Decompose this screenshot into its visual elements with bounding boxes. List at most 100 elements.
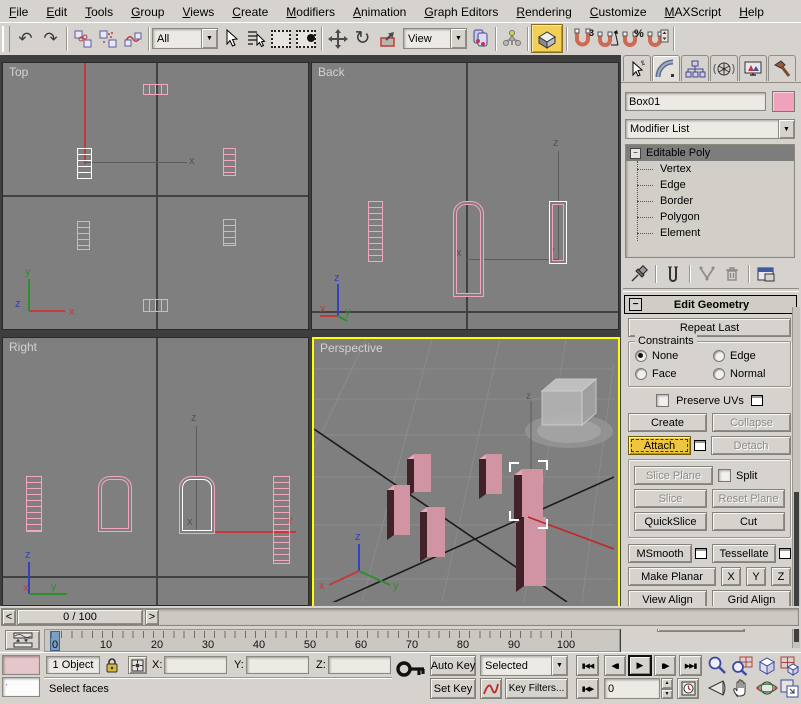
set-keys-button[interactable]	[396, 659, 426, 685]
key-mode-toggle-button[interactable]: ▮◀▶	[576, 678, 599, 699]
planar-y-button[interactable]: Y	[746, 567, 766, 586]
make-planar-button[interactable]: Make Planar	[628, 567, 716, 586]
menu-views[interactable]: Views	[173, 2, 223, 21]
select-and-link-icon[interactable]	[70, 26, 95, 51]
attach-settings-button[interactable]	[694, 440, 706, 451]
menu-group[interactable]: Group	[122, 2, 173, 21]
redo-button[interactable]: ↷	[38, 26, 63, 51]
keyboard-shortcut-override-toggle[interactable]	[531, 24, 563, 53]
viewport-top-label[interactable]: Top	[9, 65, 28, 79]
auto-key-button[interactable]: Auto Key	[430, 655, 476, 676]
wireframe-shape[interactable]	[98, 476, 132, 532]
x-coordinate-field[interactable]	[164, 656, 227, 674]
tab-modify[interactable]	[652, 55, 680, 81]
select-and-move-button[interactable]	[325, 26, 350, 51]
bind-to-spacewarp-icon[interactable]	[120, 26, 145, 51]
play-button[interactable]: ▶	[628, 655, 652, 676]
modifier-list-dropdown[interactable]: Modifier List▼	[625, 119, 795, 139]
wireframe-shape[interactable]	[453, 201, 484, 297]
detach-button[interactable]: Detach	[711, 436, 791, 455]
tab-hierarchy[interactable]	[681, 55, 709, 81]
perspective-scene[interactable]: z z x y	[314, 339, 614, 602]
toolbar-grip[interactable]	[2, 26, 10, 52]
constraint-none-radio[interactable]: None	[635, 350, 713, 362]
attach-button-active[interactable]: Attach	[628, 436, 691, 455]
stack-item-element[interactable]: Element	[626, 225, 794, 241]
wireframe-box[interactable]	[26, 476, 42, 532]
cut-button[interactable]: Cut	[712, 512, 785, 531]
reference-coordinate-system-dropdown[interactable]: View▼	[403, 28, 467, 49]
stack-item-polygon[interactable]: Polygon	[626, 209, 794, 225]
current-frame-field[interactable]: 0	[604, 678, 660, 699]
remove-modifier-button[interactable]	[720, 264, 743, 285]
zoom-button[interactable]	[707, 655, 728, 676]
percent-snap-toggle-button[interactable]: %	[620, 26, 645, 51]
tree-collapse-icon[interactable]: −	[630, 148, 641, 159]
rectangular-selection-region-button[interactable]	[268, 26, 293, 51]
menu-animation[interactable]: Animation	[344, 2, 415, 21]
preserve-uvs-checkbox[interactable]	[656, 394, 669, 407]
tab-display[interactable]	[739, 55, 767, 81]
tab-utilities[interactable]	[768, 55, 796, 81]
select-and-manipulate-button[interactable]	[499, 26, 524, 51]
time-slider-handle[interactable]: 0 / 100	[17, 609, 143, 625]
time-configuration-button[interactable]	[677, 678, 699, 699]
arc-rotate-button[interactable]	[756, 678, 778, 699]
planar-x-button[interactable]: X	[721, 567, 741, 586]
stack-item-border[interactable]: Border	[626, 193, 794, 209]
wireframe-box[interactable]	[368, 201, 383, 262]
use-pivot-point-center-button[interactable]	[467, 26, 492, 51]
maxscript-mini-listener[interactable]: '	[2, 677, 40, 697]
snaps-toggle-button[interactable]: 3	[570, 26, 595, 51]
select-object-button[interactable]	[218, 26, 243, 51]
menu-graph-editors[interactable]: Graph Editors	[415, 2, 507, 21]
set-key-button[interactable]: Set Key	[430, 678, 476, 699]
maximize-viewport-toggle[interactable]	[779, 678, 800, 699]
go-to-end-button[interactable]: ▶▶▮	[679, 655, 702, 676]
rollout-edit-geometry-header[interactable]: − Edit Geometry	[624, 295, 797, 314]
wireframe-box-selected[interactable]	[77, 148, 92, 179]
unlink-selection-icon[interactable]	[95, 26, 120, 51]
menu-edit[interactable]: Edit	[37, 2, 76, 21]
stack-item-vertex[interactable]: Vertex	[626, 161, 794, 177]
tab-create[interactable]	[623, 55, 651, 81]
select-by-name-button[interactable]	[243, 26, 268, 51]
msmooth-settings-button[interactable]	[695, 548, 707, 559]
go-to-start-button[interactable]: ▮◀◀	[576, 655, 599, 676]
key-mode-filter-dropdown[interactable]: Selected▼	[480, 655, 568, 676]
zoom-extents-all-button[interactable]	[779, 655, 801, 676]
viewport-perspective-label[interactable]: Perspective	[320, 341, 383, 355]
show-end-result-button[interactable]	[661, 264, 684, 285]
previous-frame-arrow-button[interactable]: <	[2, 609, 16, 625]
open-mini-curve-editor-button[interactable]	[5, 630, 40, 650]
wireframe-box[interactable]	[273, 476, 290, 564]
menu-tools[interactable]: Tools	[76, 2, 122, 21]
undo-button[interactable]: ↶	[13, 26, 38, 51]
reset-plane-button[interactable]: Reset Plane	[712, 489, 785, 508]
menu-maxscript[interactable]: MAXScript	[656, 2, 731, 21]
spinner-snap-toggle-button[interactable]	[645, 26, 670, 51]
select-and-rotate-button[interactable]: ↻	[350, 26, 375, 51]
object-name-field[interactable]: Box01	[625, 92, 766, 111]
viewport-back[interactable]: Back z x y z x y	[311, 62, 619, 330]
panel-scrollbar[interactable]	[792, 307, 800, 648]
frame-spinner[interactable]: ▲ ▼	[661, 678, 673, 699]
collapse-rollout-icon[interactable]: −	[629, 298, 642, 311]
make-unique-button[interactable]	[695, 264, 718, 285]
tessellate-button[interactable]: Tessellate	[712, 544, 776, 563]
wireframe-shape-selected[interactable]	[179, 476, 215, 534]
preserve-uvs-settings-button[interactable]	[751, 395, 763, 406]
tab-motion[interactable]	[710, 55, 738, 81]
track-bar-ruler[interactable]: 0 10 20 30 40 50 60 70 80 90 100	[44, 629, 620, 652]
stack-item-edge[interactable]: Edge	[626, 177, 794, 193]
constraint-face-radio[interactable]: Face	[635, 368, 713, 380]
planar-z-button[interactable]: Z	[771, 567, 791, 586]
selection-lock-toggle[interactable]	[104, 656, 120, 674]
macro-recorder-mini-listener[interactable]	[2, 655, 40, 675]
menu-modifiers[interactable]: Modifiers	[277, 2, 344, 21]
field-of-view-button[interactable]	[707, 678, 728, 699]
quickslice-button[interactable]: QuickSlice	[634, 512, 707, 531]
menu-file[interactable]: File	[0, 2, 37, 21]
pan-button[interactable]	[731, 678, 752, 699]
wireframe-box[interactable]	[77, 221, 90, 250]
